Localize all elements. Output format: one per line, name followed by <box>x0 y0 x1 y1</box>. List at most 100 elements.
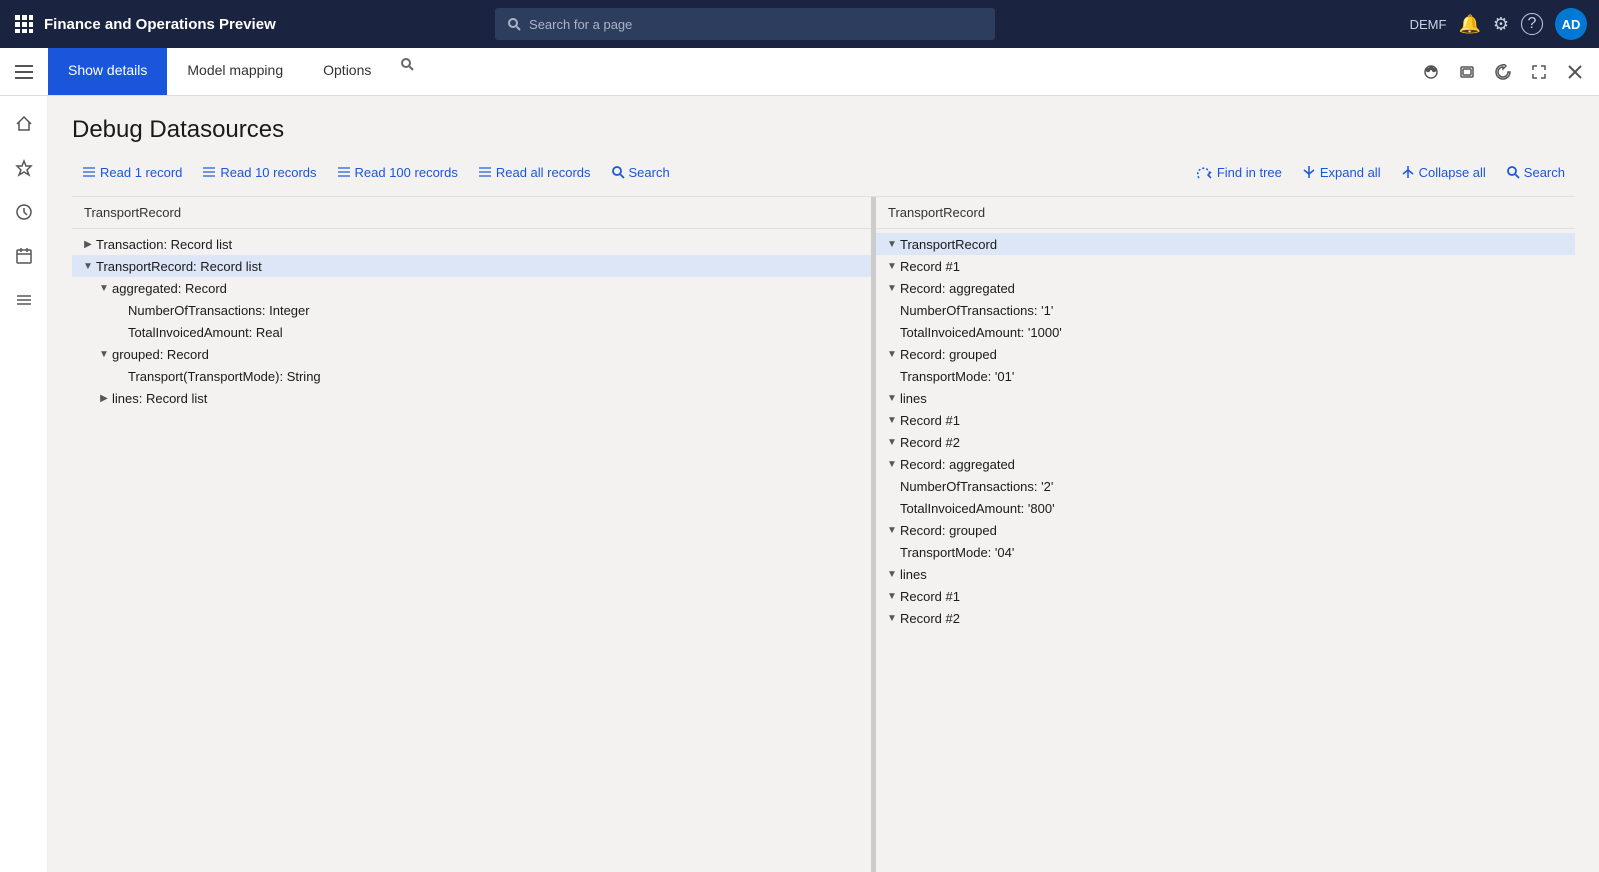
tree-expander <box>884 236 900 252</box>
right-tree-item[interactable]: lines <box>876 563 1575 585</box>
user-avatar[interactable]: AD <box>1555 8 1587 40</box>
tab-show-details[interactable]: Show details <box>48 48 167 95</box>
read10-button[interactable]: Read 10 records <box>192 161 326 184</box>
tree-item-label: NumberOfTransactions: Integer <box>128 303 310 318</box>
right-tree-item[interactable]: TransportRecord <box>876 233 1575 255</box>
tree-expander <box>884 522 900 538</box>
settings-icon[interactable]: ⚙ <box>1493 14 1509 35</box>
right-tree-item[interactable]: Record: grouped <box>876 519 1575 541</box>
tab-options[interactable]: Options <box>303 48 391 95</box>
right-tree-item-label: TransportMode: '01' <box>900 369 1014 384</box>
right-tree-item-label: Record #2 <box>900 435 960 450</box>
top-bar-right: DEMF 🔔 ⚙ ? AD <box>1410 8 1587 40</box>
right-tree-item[interactable]: Record: grouped <box>876 343 1575 365</box>
right-tree-item[interactable]: Record #2 <box>876 431 1575 453</box>
tree-item[interactable]: aggregated: Record <box>72 277 871 299</box>
global-search[interactable]: Search for a page <box>495 8 995 40</box>
nav-favorites-icon[interactable] <box>4 148 44 188</box>
right-tree-item-label: Record #1 <box>900 413 960 428</box>
tree-expander <box>884 390 900 406</box>
expand-all-button[interactable]: Expand all <box>1292 161 1391 184</box>
tree-item-label: aggregated: Record <box>112 281 227 296</box>
tree-expander <box>884 346 900 362</box>
nav-calendar-icon[interactable] <box>4 236 44 276</box>
left-toolbar: Read 1 record Read 10 records Read 100 r… <box>72 160 1575 184</box>
right-tree-item[interactable]: Record #1 <box>876 585 1575 607</box>
app-title: Finance and Operations Preview <box>44 16 276 33</box>
tree-expander <box>884 588 900 604</box>
main-panel: Debug Datasources Read 1 record Read 10 … <box>48 96 1599 872</box>
tab-search-icon[interactable] <box>391 48 423 80</box>
right-tree-item[interactable]: Record: aggregated <box>876 277 1575 299</box>
tree-item[interactable]: Transport(TransportMode): String <box>72 365 871 387</box>
tree-expander <box>884 456 900 472</box>
right-tree-item[interactable]: NumberOfTransactions: '1' <box>876 299 1575 321</box>
layers-icon[interactable] <box>1451 56 1483 88</box>
tree-expander <box>96 280 112 296</box>
right-tree-item-label: Record #1 <box>900 589 960 604</box>
collapse-all-button[interactable]: Collapse all <box>1391 161 1496 184</box>
split-panel: TransportRecord Transaction: Record list… <box>72 196 1575 872</box>
tree-item[interactable]: TotalInvoicedAmount: Real <box>72 321 871 343</box>
right-tree-item[interactable]: TransportMode: '04' <box>876 541 1575 563</box>
expand-icon[interactable] <box>1523 56 1555 88</box>
read100-button[interactable]: Read 100 records <box>327 161 468 184</box>
tree-expander <box>884 280 900 296</box>
tree-expander <box>80 236 96 252</box>
tree-item[interactable]: Transaction: Record list <box>72 233 871 255</box>
right-tree-item-label: NumberOfTransactions: '2' <box>900 479 1053 494</box>
tree-item-label: TotalInvoicedAmount: Real <box>128 325 283 340</box>
left-pane: TransportRecord Transaction: Record list… <box>72 197 872 872</box>
tree-item[interactable]: grouped: Record <box>72 343 871 365</box>
tree-item-label: Transport(TransportMode): String <box>128 369 321 384</box>
tab-model-mapping[interactable]: Model mapping <box>167 48 303 95</box>
refresh-icon[interactable] <box>1487 56 1519 88</box>
right-tree-item[interactable]: Record: aggregated <box>876 453 1575 475</box>
tree-expander <box>884 434 900 450</box>
right-tree-item-label: lines <box>900 391 927 406</box>
readall-button[interactable]: Read all records <box>468 161 601 184</box>
right-tree-item-label: TotalInvoicedAmount: '1000' <box>900 325 1062 340</box>
read1-button[interactable]: Read 1 record <box>72 161 192 184</box>
nav-home-icon[interactable] <box>4 104 44 144</box>
right-tree-item[interactable]: lines <box>876 387 1575 409</box>
page-title: Debug Datasources <box>72 116 1575 144</box>
tree-item-label: Transaction: Record list <box>96 237 232 252</box>
right-tree-item-label: NumberOfTransactions: '1' <box>900 303 1053 318</box>
palette-icon[interactable] <box>1415 56 1447 88</box>
right-tree-item[interactable]: Record #1 <box>876 255 1575 277</box>
tree-item[interactable]: NumberOfTransactions: Integer <box>72 299 871 321</box>
right-tree-item-label: TotalInvoicedAmount: '800' <box>900 501 1055 516</box>
layout-body: Debug Datasources Read 1 record Read 10 … <box>0 96 1599 872</box>
right-pane: TransportRecord TransportRecordRecord #1… <box>876 197 1575 872</box>
tree-expander <box>884 258 900 274</box>
left-search-button[interactable]: Search <box>601 161 680 184</box>
left-pane-header: TransportRecord <box>72 197 871 229</box>
right-tree-item[interactable]: NumberOfTransactions: '2' <box>876 475 1575 497</box>
menu-toggle-button[interactable] <box>0 48 48 95</box>
nav-list-icon[interactable] <box>4 280 44 320</box>
right-tree-item[interactable]: Record #2 <box>876 607 1575 629</box>
find-tree-button[interactable]: Find in tree <box>1187 160 1292 184</box>
right-tree-item-label: Record: grouped <box>900 347 997 362</box>
right-tree-item[interactable]: TotalInvoicedAmount: '800' <box>876 497 1575 519</box>
right-tree-item[interactable]: Record #1 <box>876 409 1575 431</box>
side-nav <box>0 96 48 872</box>
tree-expander <box>884 566 900 582</box>
help-icon[interactable]: ? <box>1521 13 1543 35</box>
right-tree-item[interactable]: TransportMode: '01' <box>876 365 1575 387</box>
top-bar: Finance and Operations Preview Search fo… <box>0 0 1599 48</box>
nav-recent-icon[interactable] <box>4 192 44 232</box>
notification-icon[interactable]: 🔔 <box>1458 14 1480 35</box>
tree-expander <box>96 390 112 406</box>
right-tree-item-label: Record: aggregated <box>900 281 1015 296</box>
grid-icon[interactable] <box>12 12 36 36</box>
tab-bar: Show details Model mapping Options <box>0 48 1599 96</box>
tree-item[interactable]: lines: Record list <box>72 387 871 409</box>
tree-item[interactable]: TransportRecord: Record list <box>72 255 871 277</box>
right-tree-item[interactable]: TotalInvoicedAmount: '1000' <box>876 321 1575 343</box>
right-search-button[interactable]: Search <box>1496 161 1575 184</box>
right-tree-item-label: TransportRecord <box>900 237 997 252</box>
close-icon[interactable] <box>1559 56 1591 88</box>
global-search-placeholder: Search for a page <box>529 17 632 32</box>
